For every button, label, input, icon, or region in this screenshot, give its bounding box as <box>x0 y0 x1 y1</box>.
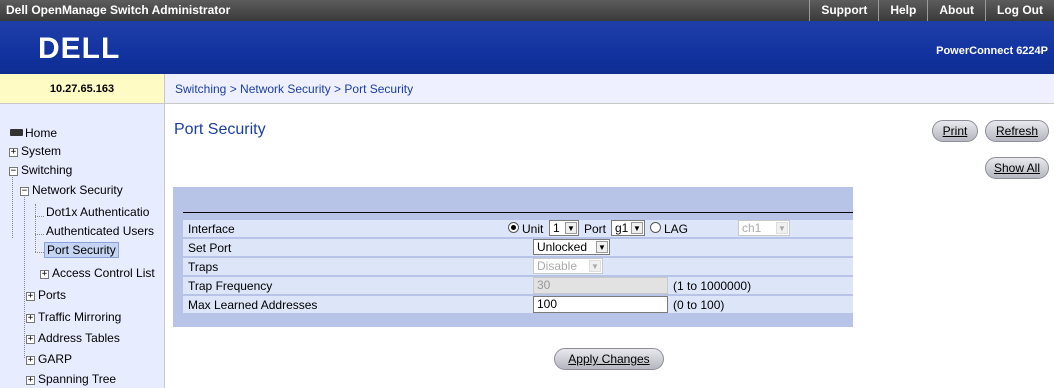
chevron-down-icon: ▼ <box>589 260 601 272</box>
form-header-line <box>183 212 853 213</box>
sidebar-item-system[interactable]: + System <box>9 144 61 158</box>
breadcrumb-text[interactable]: Switching > Network Security > Port Secu… <box>175 82 413 96</box>
unit-label: Unit <box>522 222 544 236</box>
app-title: Dell OpenManage Switch Administrator <box>6 3 231 17</box>
set-port-label: Set Port <box>188 241 232 255</box>
interface-label: Interface <box>188 222 235 236</box>
chevron-down-icon: ▼ <box>596 241 608 253</box>
header-banner: DELL PowerConnect 6224P <box>0 21 1054 74</box>
sidebar-item-spanning-tree[interactable]: + Spanning Tree <box>26 372 116 386</box>
sidebar-item-switching[interactable]: − Switching <box>9 163 72 177</box>
product-name: PowerConnect 6224P <box>936 45 1048 57</box>
top-bar: Dell OpenManage Switch Administrator Sup… <box>0 0 1054 21</box>
refresh-button[interactable]: Refresh <box>985 120 1049 142</box>
sidebar-item-dot1x[interactable]: Dot1x Authenticatio <box>46 205 149 219</box>
top-links: Support Help About Log Out <box>809 0 1054 21</box>
traps-row: Traps Disable ▼ <box>183 258 853 275</box>
chevron-down-icon: ▼ <box>631 222 643 234</box>
trap-frequency-row: Trap Frequency 30 (1 to 1000000) <box>183 277 853 294</box>
ip-address: 10.27.65.163 <box>0 74 165 104</box>
set-port-row: Set Port Unlocked ▼ <box>183 239 853 256</box>
sidebar-item-network-security[interactable]: − Network Security <box>20 183 123 197</box>
expand-icon[interactable]: + <box>26 314 35 323</box>
expand-icon[interactable]: + <box>26 292 35 301</box>
lag-radio[interactable] <box>650 222 661 233</box>
collapse-icon[interactable]: − <box>9 167 18 176</box>
help-link[interactable]: Help <box>878 0 927 21</box>
max-learned-range: (0 to 100) <box>673 298 725 312</box>
about-link[interactable]: About <box>927 0 985 21</box>
show-all-button[interactable]: Show All <box>985 157 1049 179</box>
sidebar-item-port-security[interactable]: Port Security <box>44 242 119 258</box>
svg-text:DELL: DELL <box>38 33 120 63</box>
page-title: Port Security <box>174 121 266 138</box>
lag-label: LAG <box>664 222 689 236</box>
lag-select[interactable]: ch1 ▼ <box>738 220 790 236</box>
expand-icon[interactable]: + <box>26 356 35 365</box>
sidebar-item-home[interactable]: Home <box>10 126 57 140</box>
traps-select[interactable]: Disable ▼ <box>533 258 603 274</box>
sidebar-item-authenticated-users[interactable]: Authenticated Users <box>46 224 154 238</box>
set-port-select[interactable]: Unlocked ▼ <box>533 239 610 255</box>
sidebar-item-garp[interactable]: + GARP <box>26 352 72 366</box>
expand-icon[interactable]: + <box>26 335 35 344</box>
max-learned-row: Max Learned Addresses 100 (0 to 100) <box>183 296 853 313</box>
traps-label: Traps <box>188 260 219 274</box>
sidebar-item-traffic-mirroring[interactable]: + Traffic Mirroring <box>26 310 121 324</box>
port-label: Port <box>584 222 607 236</box>
logout-link[interactable]: Log Out <box>985 0 1054 21</box>
chevron-down-icon: ▼ <box>565 222 577 234</box>
unit-radio[interactable] <box>508 222 519 233</box>
collapse-icon[interactable]: − <box>20 187 29 196</box>
port-security-form: Interface Unit 1 ▼ Port g1 ▼ LAG ch1 ▼ Set … <box>173 187 853 327</box>
sidebar-tree: Home + System − Switching − Network Securit… <box>0 104 165 388</box>
interface-row: Interface Unit 1 ▼ Port g1 ▼ LAG ch1 ▼ <box>183 220 853 237</box>
expand-icon[interactable]: + <box>40 270 49 279</box>
home-icon <box>10 129 23 136</box>
trap-frequency-label: Trap Frequency <box>188 279 273 293</box>
trap-frequency-input[interactable]: 30 <box>533 277 668 294</box>
breadcrumb: Switching > Network Security > Port Secu… <box>165 74 1054 104</box>
sidebar-item-ports[interactable]: + Ports <box>26 288 66 302</box>
apply-changes-button[interactable]: Apply Changes <box>554 348 664 370</box>
port-select[interactable]: g1 ▼ <box>611 220 645 236</box>
unit-select[interactable]: 1 ▼ <box>549 220 579 236</box>
dell-logo: DELL <box>38 33 120 63</box>
sidebar-item-access-control-list[interactable]: + Access Control List <box>40 266 155 280</box>
support-link[interactable]: Support <box>809 0 878 21</box>
max-learned-input[interactable]: 100 <box>533 296 668 313</box>
chevron-down-icon: ▼ <box>776 222 788 234</box>
expand-icon[interactable]: + <box>26 376 35 385</box>
expand-icon[interactable]: + <box>9 148 18 157</box>
trap-frequency-range: (1 to 1000000) <box>673 279 752 293</box>
print-button[interactable]: Print <box>932 120 978 142</box>
max-learned-label: Max Learned Addresses <box>188 298 318 312</box>
sidebar-item-address-tables[interactable]: + Address Tables <box>26 331 120 345</box>
